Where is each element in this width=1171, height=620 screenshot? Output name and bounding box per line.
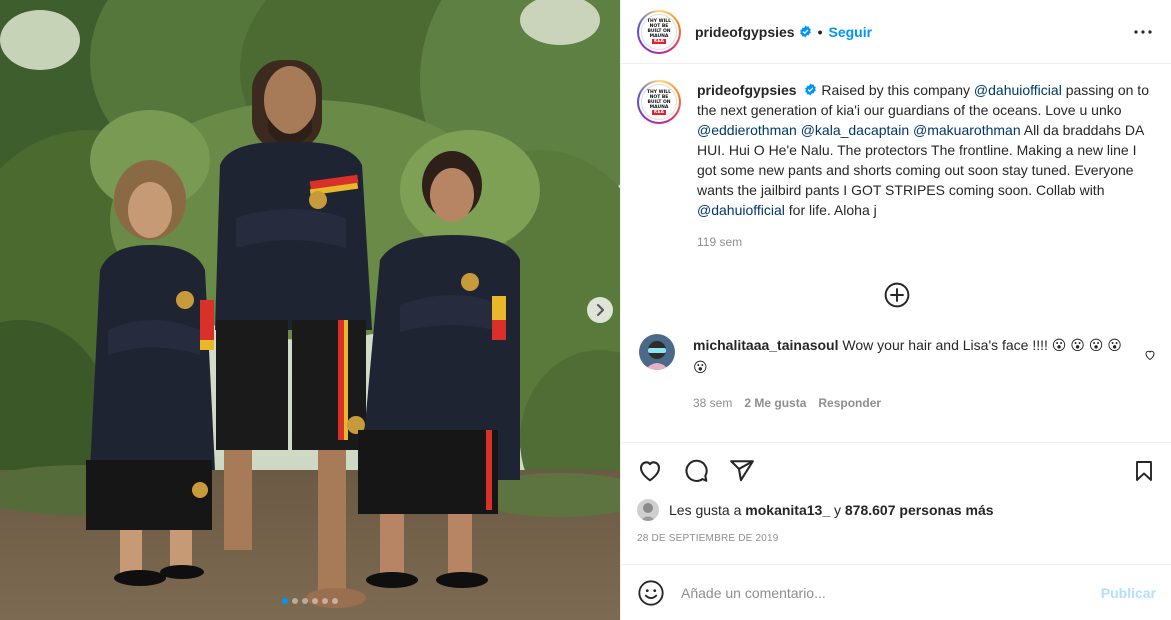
mention-link[interactable]: @kala_dacaptain — [801, 122, 909, 138]
post-header: THY WILL NOT BE BUILT ON MAUNA KEA pride… — [621, 0, 1171, 64]
caption-time[interactable]: 119 sem — [697, 232, 1155, 252]
carousel-dot — [302, 598, 308, 604]
likes-middle: y — [834, 502, 841, 518]
save-icon — [1136, 461, 1152, 481]
post-photo[interactable] — [0, 0, 620, 620]
author-username[interactable]: prideofgypsies — [695, 24, 795, 40]
emoji-icon — [638, 579, 664, 606]
next-arrow-icon — [597, 304, 604, 316]
save-button[interactable] — [1116, 451, 1156, 491]
post-date[interactable]: 28 DE SEPTIEMBRE DE 2019 — [621, 521, 1171, 544]
caption-author-avatar[interactable]: THY WILL NOT BE BUILT ON MAUNA KEA — [637, 80, 681, 124]
carousel-dot — [332, 598, 338, 604]
comment-icon — [685, 459, 708, 482]
comment-time[interactable]: 38 sem — [693, 392, 732, 414]
carousel-dot — [292, 598, 298, 604]
caption-segment: Raised by this company — [821, 82, 974, 98]
carousel-dots — [0, 598, 620, 604]
mention-link[interactable]: @eddierothman — [697, 122, 797, 138]
caption-username[interactable]: prideofgypsies — [697, 82, 797, 98]
commenter-avatar[interactable] — [639, 334, 675, 370]
comments-section: THY WILL NOT BE BUILT ON MAUNA KEA pride… — [621, 64, 1171, 442]
mention-link[interactable]: @dahuiofficial — [974, 82, 1062, 98]
next-image-button[interactable] — [587, 297, 613, 323]
badge-line: KEA — [651, 109, 667, 115]
caption-text: Raised by this company @dahuiofficial pa… — [697, 82, 1149, 218]
heart-icon — [639, 461, 661, 482]
caption-segment: for life. Aloha j — [784, 202, 877, 218]
carousel-dot — [282, 598, 288, 604]
photo-illustration — [0, 0, 620, 620]
like-button[interactable] — [637, 451, 677, 491]
heart-icon — [1145, 350, 1155, 361]
badge-line: KEA — [651, 39, 667, 44]
more-options-icon — [1134, 29, 1152, 34]
avatar-badge: THY WILL NOT BE BUILT ON MAUNA KEA — [641, 13, 677, 50]
action-bar — [621, 443, 1171, 491]
comment-meta: 38 sem 2 Me gusta Responder — [693, 392, 1123, 414]
load-more-icon — [884, 282, 909, 308]
avatar-badge: THY WILL NOT BE BUILT ON MAUNA KEA — [641, 84, 677, 120]
comment-like-button[interactable] — [1144, 348, 1156, 364]
verified-icon — [799, 25, 812, 38]
liker-username[interactable]: mokanita13_ — [745, 502, 830, 518]
reply-button[interactable]: Responder — [818, 392, 881, 414]
header-separator: • — [817, 23, 823, 40]
mention-link[interactable]: @makuarothman — [913, 122, 1021, 138]
liker-avatar[interactable] — [637, 499, 659, 521]
commenter-username[interactable]: michalitaaa_tainasoul — [693, 337, 839, 353]
add-comment-bar: Publicar — [621, 564, 1171, 620]
comment-likes[interactable]: 2 Me gusta — [744, 392, 806, 414]
verified-icon — [804, 83, 817, 96]
post-actions-section: Les gusta a mokanita13_ y 878.607 person… — [621, 442, 1171, 544]
likes-summary: Les gusta a mokanita13_ y 878.607 person… — [621, 491, 1171, 521]
carousel-dot — [322, 598, 328, 604]
comment-item: michalitaaa_tainasoul Wow your hair and … — [637, 334, 1156, 414]
likes-count[interactable]: 878.607 personas más — [845, 502, 994, 518]
carousel-dot — [312, 598, 318, 604]
author-avatar[interactable]: THY WILL NOT BE BUILT ON MAUNA KEA — [637, 9, 681, 54]
load-more-comments-button[interactable] — [637, 282, 1156, 308]
post-side-panel: THY WILL NOT BE BUILT ON MAUNA KEA pride… — [620, 0, 1171, 620]
mention-link[interactable]: @dahuiofficial — [697, 202, 785, 218]
follow-button[interactable]: Seguir — [829, 24, 873, 40]
comment-input[interactable] — [681, 584, 1101, 601]
share-button[interactable] — [729, 451, 769, 491]
caption-body: prideofgypsies Raised by this company @d… — [697, 80, 1155, 252]
emoji-button[interactable] — [637, 579, 665, 607]
publish-button[interactable]: Publicar — [1101, 585, 1156, 601]
more-options-button[interactable] — [1131, 20, 1155, 44]
comment-body: michalitaaa_tainasoul Wow your hair and … — [693, 334, 1123, 414]
comment-button[interactable] — [683, 451, 723, 491]
share-icon — [730, 460, 754, 482]
likes-prefix: Les gusta a — [669, 502, 742, 518]
caption: THY WILL NOT BE BUILT ON MAUNA KEA pride… — [637, 80, 1156, 252]
